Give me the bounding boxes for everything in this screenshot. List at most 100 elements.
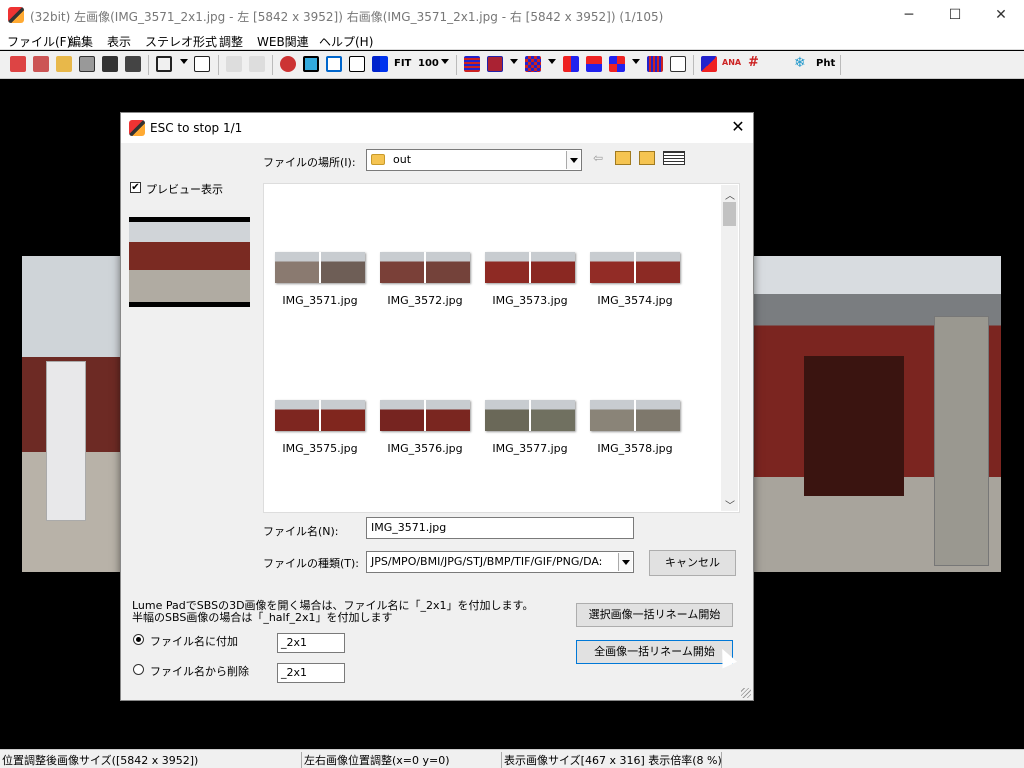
- redo-icon[interactable]: [249, 56, 265, 72]
- radio-remove-suffix[interactable]: [133, 664, 144, 675]
- chevron-down-icon[interactable]: [441, 59, 449, 64]
- dialog-title-bar: ESC to stop 1/1 ✕: [121, 113, 753, 143]
- thumbnail-left-half: [380, 400, 424, 431]
- radio-add-suffix[interactable]: [133, 634, 144, 645]
- chevron-down-icon[interactable]: [566, 151, 580, 169]
- grid-icon[interactable]: #: [748, 55, 759, 70]
- snowflake-icon[interactable]: ❄: [794, 55, 806, 71]
- chevron-down-icon[interactable]: [548, 59, 556, 64]
- dialog-close-button[interactable]: ✕: [725, 117, 751, 136]
- back-icon[interactable]: ⇦: [593, 151, 609, 165]
- view-menu-icon[interactable]: [663, 151, 685, 165]
- filetype-dropdown[interactable]: JPS/MPO/BMI/JPG/STJ/BMP/TIF/GIF/PNG/DA:: [366, 551, 634, 573]
- glasses-icon[interactable]: [670, 56, 686, 72]
- checker-icon[interactable]: [525, 56, 541, 72]
- crop-icon[interactable]: [156, 56, 172, 72]
- preview-pane: [129, 217, 250, 307]
- maximize-button[interactable]: ☐: [932, 0, 978, 30]
- chevron-down-icon[interactable]: [618, 553, 632, 571]
- column-interlace-icon[interactable]: [647, 56, 663, 72]
- save-as-icon[interactable]: [125, 56, 141, 72]
- menu-edit[interactable]: 編集: [69, 33, 93, 50]
- quad-icon[interactable]: [609, 56, 625, 72]
- thumbnail-right-half: [531, 400, 575, 431]
- file-thumbnail[interactable]: IMG_3571.jpg: [274, 252, 366, 307]
- overlay-icon[interactable]: [701, 56, 717, 72]
- side-by-side-icon[interactable]: [563, 56, 579, 72]
- thumbnail-image: [275, 400, 365, 431]
- file-name-label: IMG_3573.jpg: [492, 294, 568, 307]
- preview-label: プレビュー表示: [146, 183, 223, 196]
- save-icon[interactable]: [102, 56, 118, 72]
- collapse-icon[interactable]: [372, 56, 388, 72]
- new-folder-icon[interactable]: [639, 151, 655, 165]
- anaglyph-icon[interactable]: [487, 56, 503, 72]
- scrollbar-thumb[interactable]: [723, 202, 736, 226]
- location-dropdown[interactable]: out: [366, 149, 582, 171]
- menu-adjust[interactable]: 調整: [219, 33, 243, 50]
- fit-button[interactable]: FIT: [394, 58, 411, 69]
- filetype-value: JPS/MPO/BMI/JPG/STJ/BMP/TIF/GIF/PNG/DA:: [371, 555, 603, 568]
- file-thumbnail[interactable]: IMG_3573.jpg: [484, 252, 576, 307]
- file-thumbnail[interactable]: IMG_3576.jpg: [379, 400, 471, 455]
- resize-grip[interactable]: [741, 688, 751, 698]
- open-file-icon[interactable]: [10, 56, 26, 72]
- menu-view[interactable]: 表示: [107, 33, 131, 50]
- file-list-scrollbar[interactable]: ︿ ﹀: [721, 185, 738, 512]
- browse-icon[interactable]: [79, 56, 95, 72]
- stone-pillar: [46, 361, 86, 521]
- filename-input[interactable]: IMG_3571.jpg: [366, 517, 634, 539]
- align-icon[interactable]: [349, 56, 365, 72]
- chevron-up-icon[interactable]: ︿: [725, 187, 735, 202]
- chevron-down-icon[interactable]: ﹀: [725, 497, 735, 512]
- up-folder-icon[interactable]: [615, 151, 631, 165]
- menu-stereo-format[interactable]: ステレオ形式: [145, 33, 217, 50]
- zoom-100-button[interactable]: 100: [418, 58, 439, 69]
- status-position: 左右画像位置調整(x=0 y=0): [302, 752, 502, 768]
- app-icon: [129, 120, 145, 136]
- minimize-button[interactable]: ─: [886, 0, 932, 30]
- file-thumbnail[interactable]: IMG_3577.jpg: [484, 400, 576, 455]
- full-screen-icon[interactable]: [326, 56, 342, 72]
- file-name-label: IMG_3578.jpg: [597, 442, 673, 455]
- file-thumbnail[interactable]: IMG_3572.jpg: [379, 252, 471, 307]
- close-button[interactable]: ✕: [978, 0, 1024, 30]
- rename-selected-button[interactable]: 選択画像一括リネーム開始: [576, 603, 733, 627]
- chevron-down-icon[interactable]: [510, 59, 518, 64]
- move-icon[interactable]: [194, 56, 210, 72]
- chevron-down-icon[interactable]: [180, 59, 188, 64]
- top-bottom-icon[interactable]: [586, 56, 602, 72]
- thumbnail-left-half: [485, 252, 529, 283]
- file-thumbnail[interactable]: IMG_3578.jpg: [589, 400, 681, 455]
- file-thumbnail[interactable]: IMG_3574.jpg: [589, 252, 681, 307]
- thumbnail-image: [485, 252, 575, 283]
- add-suffix-input[interactable]: _2x1: [277, 633, 345, 653]
- pht-button[interactable]: Pht: [816, 58, 835, 69]
- gate-opening: [804, 356, 904, 496]
- interlace-icon[interactable]: [464, 56, 480, 72]
- status-bar: 位置調整後画像サイズ([5842 x 3952]) 左右画像位置調整(x=0 y…: [0, 749, 1024, 768]
- window-title: (32bit) 左画像(IMG_3571_2x1.jpg - 左 [5842 x…: [30, 10, 664, 24]
- chevron-down-icon[interactable]: [632, 59, 640, 64]
- filetype-label: ファイルの種類(T):: [263, 557, 360, 570]
- fit-window-icon[interactable]: [303, 56, 319, 72]
- cancel-button[interactable]: キャンセル: [649, 550, 736, 576]
- remove-suffix-input[interactable]: _2x1: [277, 663, 345, 683]
- left-image: [22, 256, 128, 572]
- swap-icon[interactable]: [280, 56, 296, 72]
- menu-web[interactable]: WEB関連: [257, 33, 309, 50]
- anaglyph-mode-button[interactable]: ANA: [722, 58, 741, 67]
- undo-icon[interactable]: [226, 56, 242, 72]
- file-list[interactable]: IMG_3571.jpg IMG_3572.jpg IMG_3573.jpg IMG_…: [263, 183, 740, 513]
- status-image-size: 位置調整後画像サイズ([5842 x 3952]): [0, 752, 302, 768]
- open-pair-icon[interactable]: [33, 56, 49, 72]
- preview-checkbox[interactable]: ✔: [130, 182, 141, 193]
- thumbnail-right-half: [636, 252, 680, 283]
- file-thumbnail[interactable]: IMG_3575.jpg: [274, 400, 366, 455]
- rename-all-button[interactable]: 全画像一括リネーム開始: [576, 640, 733, 664]
- open-folder-icon[interactable]: [56, 56, 72, 72]
- menu-bar: ファイル(F) 編集 表示 ステレオ形式 調整 WEB関連 ヘルプ(H): [0, 30, 1024, 50]
- menu-file[interactable]: ファイル(F): [7, 33, 71, 50]
- status-display-size: 表示画像サイズ[467 x 316] 表示倍率(8 %): [504, 752, 722, 768]
- menu-help[interactable]: ヘルプ(H): [319, 33, 373, 50]
